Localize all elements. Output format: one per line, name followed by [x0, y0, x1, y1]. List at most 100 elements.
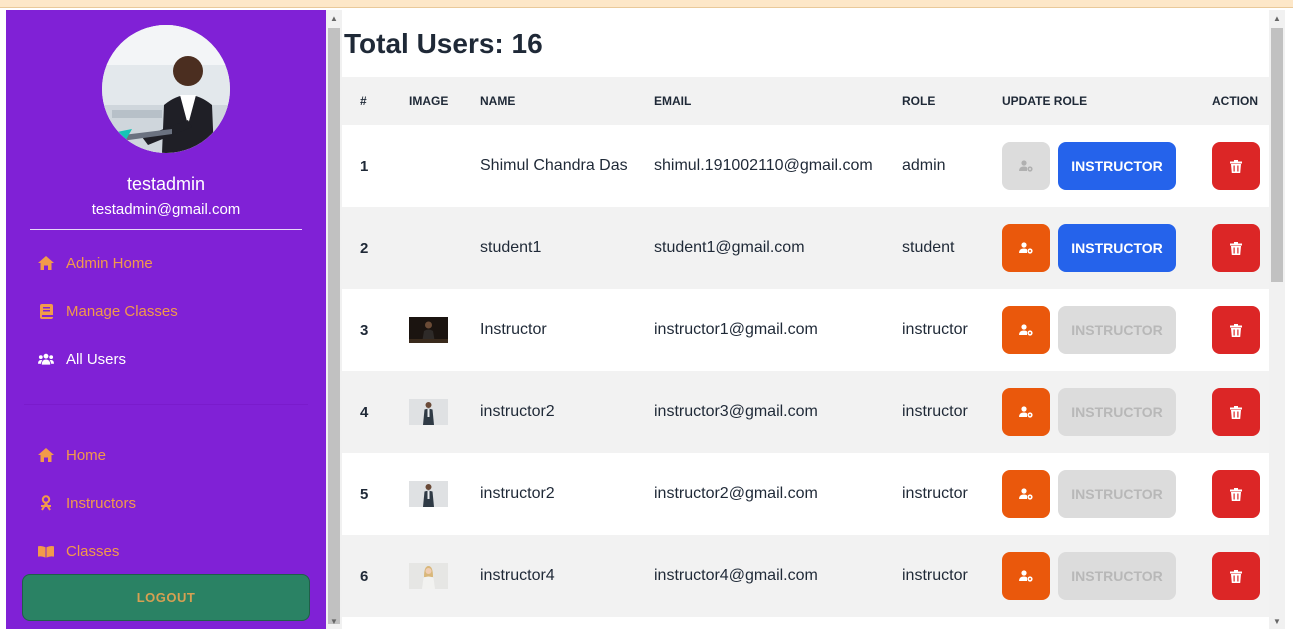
scroll-up-arrow-icon[interactable]: ▲	[1269, 12, 1285, 26]
scrollbar-thumb[interactable]	[328, 28, 340, 624]
make-instructor-button[interactable]: INSTRUCTOR	[1058, 142, 1176, 190]
delete-button[interactable]	[1212, 470, 1260, 518]
user-gear-icon	[1019, 488, 1033, 500]
make-admin-button[interactable]	[1002, 552, 1050, 600]
sidebar-item-classes[interactable]: Classes	[38, 538, 119, 564]
column-header: ROLE	[884, 77, 984, 125]
table-row: 3 Instructor instructor1@gmail.com instr…	[342, 289, 1269, 371]
row-number: 4	[342, 371, 391, 453]
user-email: testadmin@gmail.com	[91, 201, 241, 218]
users-table: # IMAGE NAME EMAIL ROLE UPDATE ROLE ACTI…	[342, 77, 1269, 617]
user-image-cell	[391, 289, 462, 371]
delete-button[interactable]	[1212, 142, 1260, 190]
make-instructor-button[interactable]: INSTRUCTOR	[1058, 306, 1176, 354]
action-cell	[1194, 535, 1269, 617]
user-role: instructor	[884, 371, 984, 453]
user-image-cell	[391, 535, 462, 617]
user-email: instructor4@gmail.com	[636, 535, 884, 617]
user-email: shimul.191002110@gmail.com	[636, 125, 884, 207]
make-admin-button[interactable]	[1002, 224, 1050, 272]
sidebar-item-all-users[interactable]: All Users	[38, 346, 126, 372]
sidebar-item-label: Admin Home	[66, 254, 153, 272]
scroll-down-arrow-icon[interactable]: ▼	[326, 615, 342, 629]
user-gear-icon	[1019, 324, 1033, 336]
action-cell	[1194, 207, 1269, 289]
user-thumbnail	[409, 399, 448, 425]
update-role-cell: INSTRUCTOR	[984, 207, 1194, 289]
scrollbar-thumb[interactable]	[1271, 28, 1283, 282]
action-cell	[1194, 125, 1269, 207]
user-name: student1	[462, 207, 636, 289]
column-header: EMAIL	[636, 77, 884, 125]
update-role-cell: INSTRUCTOR	[984, 453, 1194, 535]
update-role-cell: INSTRUCTOR	[984, 289, 1194, 371]
sidebar-scrollbar[interactable]: ▲ ▼	[326, 10, 342, 629]
make-admin-button[interactable]	[1002, 142, 1050, 190]
user-gear-icon	[1019, 160, 1033, 172]
logout-button[interactable]: LOGOUT	[22, 574, 310, 621]
user-email: student1@gmail.com	[636, 207, 884, 289]
users-icon	[38, 351, 54, 367]
column-header: #	[342, 77, 391, 125]
sidebar-item-admin-home[interactable]: Admin Home	[38, 250, 153, 276]
make-instructor-button[interactable]: INSTRUCTOR	[1058, 552, 1176, 600]
user-name: instructor4	[462, 535, 636, 617]
sidebar-item-manage-classes[interactable]: Manage Classes	[38, 298, 178, 324]
page-scrollbar[interactable]: ▲ ▼	[1269, 10, 1285, 629]
sidebar-item-home[interactable]: Home	[38, 442, 106, 468]
row-number: 2	[342, 207, 391, 289]
user-thumbnail	[409, 317, 448, 343]
table-header-row: # IMAGE NAME EMAIL ROLE UPDATE ROLE ACTI…	[342, 77, 1269, 125]
user-name: testadmin	[126, 174, 206, 194]
user-gear-icon	[1019, 406, 1033, 418]
user-thumbnail	[409, 481, 448, 507]
sidebar-item-instructors[interactable]: Instructors	[38, 490, 136, 516]
user-name: instructor2	[462, 453, 636, 535]
user-thumbnail	[409, 563, 448, 589]
make-admin-button[interactable]	[1002, 388, 1050, 436]
column-header: UPDATE ROLE	[984, 77, 1194, 125]
make-instructor-button[interactable]: INSTRUCTOR	[1058, 470, 1176, 518]
row-number: 5	[342, 453, 391, 535]
user-name: instructor2	[462, 371, 636, 453]
user-role: instructor	[884, 535, 984, 617]
make-instructor-button[interactable]: INSTRUCTOR	[1058, 224, 1176, 272]
user-image-cell	[391, 125, 462, 207]
sidebar-item-label: Instructors	[66, 494, 137, 512]
action-cell	[1194, 453, 1269, 535]
make-admin-button[interactable]	[1002, 470, 1050, 518]
user-role: student	[884, 207, 984, 289]
scroll-down-arrow-icon[interactable]: ▼	[1269, 615, 1285, 629]
row-number: 6	[342, 535, 391, 617]
delete-button[interactable]	[1212, 224, 1260, 272]
user-gear-icon	[1019, 570, 1033, 582]
delete-button[interactable]	[1212, 388, 1260, 436]
user-role: admin	[884, 125, 984, 207]
update-role-cell: INSTRUCTOR	[984, 125, 1194, 207]
column-header: IMAGE	[391, 77, 462, 125]
browser-top-strip	[0, 0, 1293, 8]
home-icon	[38, 255, 54, 271]
divider	[30, 229, 302, 230]
make-instructor-button[interactable]: INSTRUCTOR	[1058, 388, 1176, 436]
update-role-cell: INSTRUCTOR	[984, 535, 1194, 617]
book-icon	[38, 303, 54, 319]
delete-button[interactable]	[1212, 552, 1260, 600]
user-email: instructor3@gmail.com	[636, 371, 884, 453]
open-book-icon	[38, 543, 54, 559]
column-header: ACTION	[1194, 77, 1269, 125]
user-role: instructor	[884, 453, 984, 535]
user-name: Instructor	[462, 289, 636, 371]
user-image-cell	[391, 453, 462, 535]
avatar	[102, 25, 230, 153]
delete-button[interactable]	[1212, 306, 1260, 354]
sidebar-item-label: All Users	[66, 350, 127, 368]
row-number: 3	[342, 289, 391, 371]
trash-icon	[1230, 159, 1242, 173]
trash-icon	[1230, 241, 1242, 255]
make-admin-button[interactable]	[1002, 306, 1050, 354]
table-row: 2 student1 student1@gmail.com student IN…	[342, 207, 1269, 289]
scroll-up-arrow-icon[interactable]: ▲	[326, 12, 342, 26]
page-title: Total Users: 16	[344, 28, 543, 59]
sidebar-item-label: Manage Classes	[66, 302, 178, 320]
